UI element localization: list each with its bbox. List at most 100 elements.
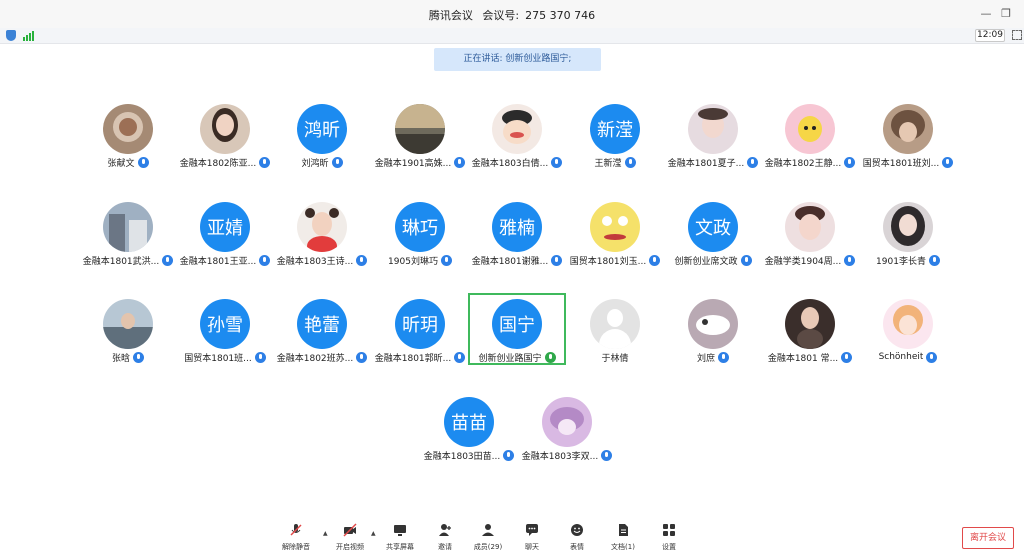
mic-icon [740,254,752,266]
participant-name: 1905刘琳巧 [388,256,438,267]
participant-name: 国贸本1801刘玉... [569,256,647,267]
participant-avatar [688,104,738,154]
participant-avatar [103,104,153,154]
participant-tile[interactable]: 国贸本1801班刘... [859,98,957,170]
network-signal-icon[interactable] [23,31,35,41]
participant-avatar: 苗苗 [444,397,494,447]
participant-tile[interactable]: 金融本1801夏子... [664,98,762,170]
participant-tile[interactable]: 金融本1801武洪... [79,196,177,268]
participant-tile[interactable]: 于林倩 [566,293,664,365]
title-bar: 腾讯会议 会议号: 275 370 746 — ❐ [0,0,1024,28]
participant-avatar [883,202,933,252]
participant-avatar [103,202,153,252]
participant-name: 金融本1801郭昕... [374,353,452,364]
video-options-caret-icon[interactable]: ▲ [371,530,376,537]
participant-name: 金融本1801武洪... [82,256,160,267]
participant-tile[interactable]: 昕玥 金融本1801郭昕... [371,293,469,365]
participant-avatar: 鸿昕 [297,104,347,154]
smiley-icon [570,523,584,537]
members-button[interactable]: 成员(29) [468,523,508,553]
participant-tile[interactable]: 金融本1802陈亚... [176,98,274,170]
participant-tile[interactable]: 国贸本1801刘玉... [566,196,664,268]
participant-name: 刘庶 [696,353,715,364]
participant-name: 1901李长青 [876,256,926,267]
participant-name: 王新滢 [594,158,622,169]
participant-name: 金融本1801王亚... [179,256,257,267]
start-video-button[interactable]: 开启视频 [330,523,370,553]
participant-avatar: 琳巧 [395,202,445,252]
mic-icon [601,449,613,461]
participant-tile[interactable]: 张献文 [79,98,177,170]
participant-avatar: 雅楠 [492,202,542,252]
restore-icon[interactable]: ❐ [998,6,1014,22]
participant-tile[interactable]: 张晗 [79,293,177,365]
participant-tile[interactable]: 金融本1803王诗... [273,196,371,268]
participant-tile[interactable]: 鸿昕 刘鸿昕 [273,98,371,170]
document-icon [616,523,630,537]
participant-avatar [200,104,250,154]
participant-tile[interactable]: 金融学类1904周... [761,196,859,268]
participant-tile[interactable]: 金融本1802王静... [761,98,859,170]
members-icon [481,523,495,537]
participant-tile[interactable]: 孙雪 国贸本1801班... [176,293,274,365]
participant-name: 金融本1801 常... [767,353,839,364]
chat-bubble-icon [525,523,539,537]
participant-tile[interactable]: 1901李长青 [859,196,957,268]
settings-grid-icon [662,523,676,537]
participant-name: 金融学类1904周... [764,256,842,267]
settings-button[interactable]: 设置 [649,523,689,553]
participant-tile[interactable]: 雅楠 金融本1801谢雅... [468,196,566,268]
mute-options-caret-icon[interactable]: ▲ [323,530,328,537]
status-bar: 12:09 [0,28,1024,44]
participant-avatar: 亚婧 [200,202,250,252]
participant-tile[interactable]: 苗苗 金融本1803田苗... [420,391,518,463]
documents-button[interactable]: 文档(1) [603,523,643,553]
participant-avatar [542,397,592,447]
participant-tile[interactable]: 金融本1901高姝... [371,98,469,170]
participant-tile[interactable]: 亚婧 金融本1801王亚... [176,196,274,268]
share-screen-button[interactable]: 共享屏幕 [380,523,420,553]
participant-tile[interactable]: Schönheit [859,293,957,365]
fullscreen-icon[interactable] [1012,30,1022,40]
minimize-icon[interactable]: — [978,6,994,22]
meeting-clock: 12:09 [975,29,1005,42]
participant-tile[interactable]: 金融本1801 常... [761,293,859,365]
meeting-window: 腾讯会议 会议号: 275 370 746 — ❐ 12:09 正在讲话: 创新创… [0,0,1024,555]
participant-name: 金融本1801谢雅... [471,256,549,267]
mic-icon [718,351,729,363]
mic-icon [133,351,144,363]
participant-tile[interactable]: 金融本1803李双... [518,391,616,463]
participant-name: 刘鸿昕 [301,158,329,169]
participant-tile[interactable]: 金融本1803白倩... [468,98,566,170]
mic-icon [624,156,636,168]
participant-avatar [590,202,640,252]
chat-button[interactable]: 聊天 [512,523,552,553]
participant-avatar [297,202,347,252]
participant-name: 创新创业路国宁 [478,353,542,364]
participant-tile[interactable]: 新滢 王新滢 [566,98,664,170]
invite-button[interactable]: 邀请 [425,523,465,553]
participant-tile-speaking[interactable]: 国宁 创新创业路国宁 [468,293,566,365]
reactions-button[interactable]: 表情 [557,523,597,553]
participant-tile[interactable]: 琳巧 1905刘琳巧 [371,196,469,268]
participant-name: 张晗 [111,353,130,364]
participant-tile[interactable]: 艳蕾 金融本1802班苏... [273,293,371,365]
participant-avatar [883,104,933,154]
participant-tile[interactable]: 文政 创新创业席文政 [664,196,762,268]
participant-name: 国贸本1801班刘... [862,158,940,169]
participant-tile[interactable]: 刘庶 [664,293,762,365]
participant-name: 创新创业席文政 [674,256,738,267]
participant-name: 金融本1803李双... [521,451,599,462]
participant-avatar [785,299,835,349]
speaking-banner: 正在讲话: 创新创业路国宁; [434,48,601,71]
participant-name: 金融本1803田苗... [423,451,501,462]
mic-icon [137,156,149,168]
participant-avatar: 孙雪 [200,299,250,349]
security-shield-icon[interactable] [6,30,16,41]
participant-name: 金融本1802王静... [764,158,842,169]
participant-avatar: 国宁 [492,299,542,349]
participant-avatar [688,299,738,349]
leave-meeting-button[interactable]: 离开会议 [962,527,1014,549]
unmute-button[interactable]: 解除静音 [276,523,316,553]
participant-avatar: 新滢 [590,104,640,154]
